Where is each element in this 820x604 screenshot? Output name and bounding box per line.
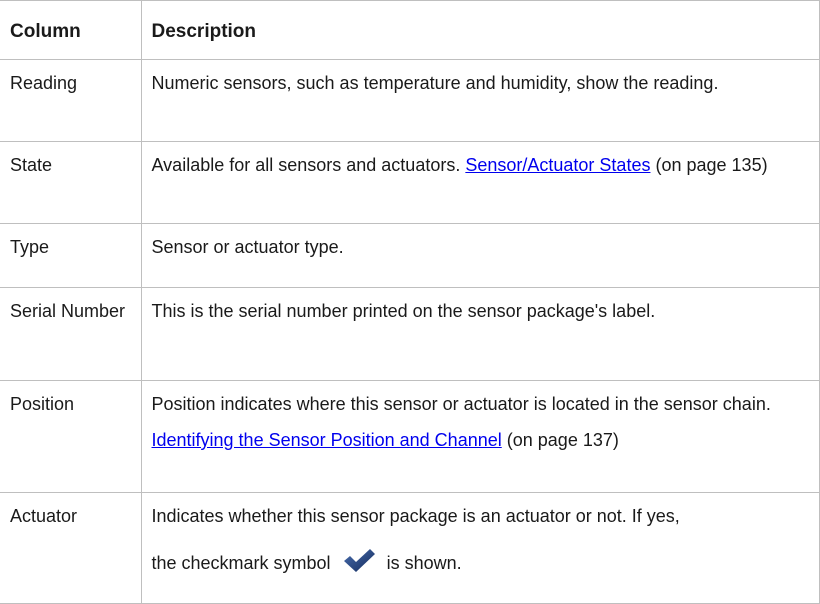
state-text-after: (on page 135) bbox=[655, 155, 768, 175]
row-desc-state: Available for all sensors and actuators.… bbox=[140, 141, 820, 224]
identifying-sensor-position-link[interactable]: Identifying the Sensor Position and Chan… bbox=[152, 430, 502, 450]
table-header-row: Column Description bbox=[0, 0, 820, 60]
header-column: Column bbox=[0, 0, 142, 60]
row-desc-serial-number: This is the serial number printed on the… bbox=[140, 287, 820, 381]
position-link-line: Identifying the Sensor Position and Chan… bbox=[152, 427, 809, 453]
row-desc-position: Position indicates where this sensor or … bbox=[140, 380, 820, 493]
actuator-check-line: the checkmark symbol is shown. bbox=[152, 547, 809, 576]
table-row-actuator: Actuator Indicates whether this sensor p… bbox=[0, 492, 820, 604]
sensor-columns-table: Column Description Reading Numeric senso… bbox=[0, 0, 820, 604]
checkmark-icon bbox=[342, 547, 376, 573]
row-name-type: Type bbox=[0, 223, 142, 288]
table-row-type: Type Sensor or actuator type. bbox=[0, 223, 820, 288]
row-name-position: Position bbox=[0, 380, 142, 493]
actuator-check-after: is shown. bbox=[386, 553, 462, 573]
table-row-position: Position Position indicates where this s… bbox=[0, 380, 820, 493]
row-name-serial-number: Serial Number bbox=[0, 287, 142, 381]
position-text-after: (on page 137) bbox=[506, 430, 619, 450]
actuator-text: Indicates whether this sensor package is… bbox=[151, 506, 680, 526]
row-desc-type: Sensor or actuator type. bbox=[140, 223, 820, 288]
table-row-state: State Available for all sensors and actu… bbox=[0, 141, 820, 224]
state-text-before: Available for all sensors and actuators. bbox=[151, 155, 461, 175]
row-name-state: State bbox=[0, 141, 142, 224]
position-text: Position indicates where this sensor or … bbox=[151, 394, 771, 414]
header-description: Description bbox=[140, 0, 820, 60]
row-desc-reading: Numeric sensors, such as temperature and… bbox=[140, 59, 820, 142]
table-row-serial-number: Serial Number This is the serial number … bbox=[0, 287, 820, 381]
row-name-reading: Reading bbox=[0, 59, 142, 142]
row-name-actuator: Actuator bbox=[0, 492, 142, 604]
sensor-actuator-states-link[interactable]: Sensor/Actuator States bbox=[465, 155, 650, 175]
actuator-check-before: the checkmark symbol bbox=[151, 553, 331, 573]
row-desc-actuator: Indicates whether this sensor package is… bbox=[140, 492, 820, 604]
table-row-reading: Reading Numeric sensors, such as tempera… bbox=[0, 59, 820, 142]
